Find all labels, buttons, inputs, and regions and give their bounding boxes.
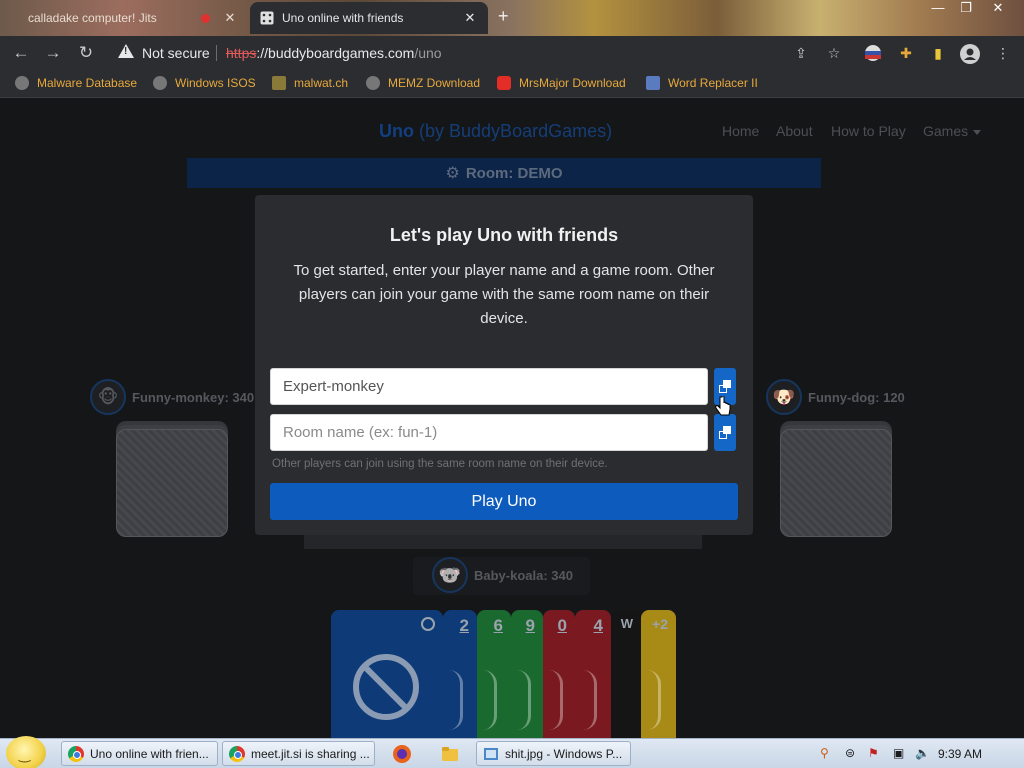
bookmark-label: MEMZ Download (388, 76, 481, 90)
minimize-icon[interactable]: — (924, 0, 952, 20)
search-tray-icon[interactable]: ⚲ (820, 746, 829, 760)
taskbar-item-label: shit.jpg - Windows P... (505, 746, 623, 761)
tab-title: Uno online with friends (282, 11, 404, 25)
tab-active[interactable]: Uno online with friends ✕ (250, 2, 488, 34)
warning-icon[interactable] (118, 44, 134, 58)
hand-cursor-icon (715, 396, 731, 416)
room-help-text: Other players can join using the same ro… (272, 458, 608, 470)
restore-icon[interactable]: ❐ (952, 0, 980, 20)
globe-icon (15, 76, 29, 90)
dice-favicon-icon (260, 11, 274, 25)
bookmark-label: Word Replacer II (668, 76, 758, 90)
bookmark-label: MrsMajor Download (519, 76, 626, 90)
taskbar-item[interactable]: Uno online with frien... (61, 741, 218, 766)
url-path: /uno (414, 45, 442, 61)
photo-viewer-icon (483, 746, 499, 762)
malwatch-icon (272, 76, 286, 90)
taskbar-item[interactable]: shit.jpg - Windows P... (476, 741, 631, 766)
page-content: Uno (by BuddyBoardGames) Home About How … (0, 98, 1024, 738)
player-name-input[interactable] (270, 368, 708, 405)
network-tray-icon[interactable]: ▣ (893, 746, 904, 760)
flag-tray-icon[interactable]: ⚑ (868, 746, 879, 760)
room-name-input[interactable] (270, 414, 708, 451)
tab-inactive[interactable]: calladake computer! Jits ✕ (18, 2, 248, 34)
volume-tray-icon[interactable]: 🔈 (915, 746, 930, 760)
bookmark-label: Malware Database (37, 76, 138, 90)
globe-icon (366, 76, 380, 90)
bookmark-label: Windows ISOS (175, 76, 256, 90)
modal-title: Let's play Uno with friends (389, 225, 619, 245)
bookmark-item[interactable]: MrsMajor Download (497, 76, 626, 90)
close-tab-icon[interactable]: ✕ (222, 10, 238, 26)
back-icon[interactable]: ← (8, 40, 34, 66)
youtube-icon (497, 76, 511, 90)
tray-icon[interactable]: ⊜ (845, 746, 855, 760)
url-host: ://buddyboardgames.com (256, 45, 415, 61)
modal-description: To get started, enter your player name a… (293, 262, 715, 327)
join-game-modal: Let's play Uno with friends To get start… (255, 195, 753, 535)
explorer-folder-icon[interactable] (440, 744, 460, 764)
new-tab-icon[interactable]: + (498, 6, 509, 27)
chrome-icon (68, 745, 84, 762)
copy-room-button[interactable] (714, 414, 736, 451)
tab-title: calladake computer! Jits (28, 11, 157, 25)
taskbar-item-label: Uno online with frien... (90, 746, 209, 761)
side-panel-icon[interactable]: ▮ (929, 44, 947, 62)
chrome-icon (229, 745, 245, 762)
browser-toolbar: ← → ↻ Not secure https://buddyboardgames… (0, 36, 1024, 70)
reload-icon[interactable]: ↻ (73, 40, 99, 66)
share-icon[interactable]: ⇪ (792, 44, 810, 62)
copy-icon (718, 380, 732, 393)
bookmark-label: malwat.ch (294, 76, 349, 90)
address-bar[interactable]: https://buddyboardgames.com/uno (226, 45, 442, 61)
modal-shadow (304, 535, 702, 549)
clock[interactable]: 9:39 AM (938, 747, 982, 761)
bookmark-item[interactable]: Malware Database (15, 76, 137, 90)
taskbar: Uno online with frien... meet.jit.si is … (0, 736, 1024, 768)
play-uno-button[interactable]: Play Uno (270, 483, 738, 520)
bookmarks-bar: Malware Database Windows ISOS malwat.ch … (0, 70, 1024, 98)
extensions-icon[interactable]: ✚ (897, 44, 915, 62)
menu-kebab-icon[interactable]: ⋮ (994, 44, 1012, 62)
close-tab-icon[interactable]: ✕ (462, 10, 478, 26)
security-indicator[interactable]: Not secure (142, 45, 210, 61)
taskbar-item[interactable]: meet.jit.si is sharing ... (222, 741, 375, 766)
bookmark-star-icon[interactable]: ☆ (825, 44, 843, 62)
browser-tab-strip: calladake computer! Jits ✕ Uno online wi… (0, 0, 1024, 36)
profile-flag-icon[interactable] (864, 44, 882, 62)
bookmark-item[interactable]: MEMZ Download (366, 76, 480, 90)
bookmark-item[interactable]: Word Replacer II (646, 76, 758, 90)
url-separator (216, 45, 217, 61)
close-window-icon[interactable]: ✕ (984, 0, 1012, 20)
bookmark-item[interactable]: malwat.ch (272, 76, 348, 90)
word-replacer-icon (646, 76, 660, 90)
recording-icon (201, 13, 210, 23)
taskbar-item-label: meet.jit.si is sharing ... (251, 746, 370, 761)
firefox-icon[interactable] (392, 744, 412, 764)
bookmark-item[interactable]: Windows ISOS (153, 76, 256, 90)
start-button[interactable] (6, 736, 46, 768)
url-scheme: https (226, 45, 257, 61)
account-avatar-icon[interactable] (960, 44, 980, 64)
modal-overlay: Let's play Uno with friends To get start… (0, 98, 1024, 738)
copy-icon (718, 426, 732, 439)
forward-icon[interactable]: → (40, 40, 66, 66)
globe-icon (153, 76, 167, 90)
